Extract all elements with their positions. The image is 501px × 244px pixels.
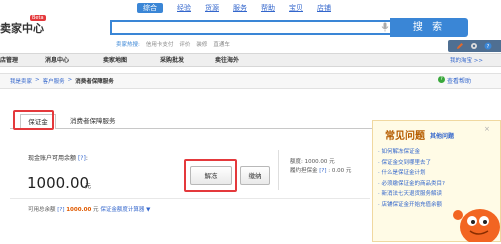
search-tabs: 综合 经验 货源 服务 帮助 宝贝 店铺 [137, 3, 331, 13]
available-balance-text: 现金账户可用余额 [28, 155, 77, 162]
nav-item-wholesale[interactable]: 采购批发 [160, 55, 184, 64]
help-circle-icon: ? [438, 76, 445, 83]
tab-experience[interactable]: 经验 [177, 3, 191, 13]
balance-unit: 元 [85, 183, 92, 190]
search-button[interactable]: 搜 索 [390, 18, 468, 37]
pencil-icon[interactable] [456, 42, 464, 52]
available-balance-label: 现金账户可用余额 [?]: [28, 153, 88, 162]
hot-search: 卖家热搜: 信用卡支付 评价 装修 直通车 [116, 40, 230, 48]
my-taobao-link[interactable]: 我的淘宝 >> [450, 56, 483, 64]
breadcrumb-customer-service[interactable]: 客户服务 [43, 77, 65, 85]
bond-value: : 0.00 元 [328, 168, 352, 174]
deposit-calculator-link[interactable]: 保证金额度计算器 [100, 207, 144, 213]
available-colon: : [85, 155, 88, 162]
available-help-link[interactable]: [?] [78, 155, 86, 162]
tab-service[interactable]: 服务 [233, 3, 247, 13]
hot-search-link[interactable]: 评价 [179, 40, 190, 48]
main-nav [0, 53, 501, 67]
total-help-link[interactable]: [?] [57, 207, 64, 213]
nav-item-seller-map[interactable]: 卖家地图 [103, 55, 127, 64]
hot-search-link[interactable]: 信用卡支付 [146, 40, 174, 48]
tab-shop[interactable]: 店铺 [317, 3, 331, 13]
highlight-box [13, 110, 54, 130]
nav-item-messages[interactable]: 消息中心 [45, 55, 69, 64]
faq-title: 常见问题 [385, 131, 425, 142]
bond-line: 履约担保金 [?] : 0.00 元 [290, 167, 351, 176]
total-balance-line: 可用总余额 [?] 1000.00 元 保证金额度计算器 ▼ [28, 205, 150, 213]
nav-item-overseas[interactable]: 卖往海外 [215, 55, 239, 64]
faq-item[interactable]: 必须缴保证金的商品类目? [378, 179, 445, 190]
faq-list: 如何解冻保证金 保证金交到哪里去了 什么是保证金计划 必须缴保证金的商品类目? … [378, 147, 445, 210]
search-input[interactable] [110, 20, 390, 35]
total-balance-label: 可用总余额 [28, 207, 56, 213]
breadcrumb: 我是卖家 > 客户服务 > 消费者保障服务 [10, 77, 114, 85]
balance-amount: 1000.00 [27, 174, 90, 192]
total-balance-unit: 元 [93, 207, 99, 213]
svg-text:?: ? [487, 44, 490, 50]
breadcrumb-separator: > [67, 77, 73, 83]
bond-help-link[interactable]: [?] [319, 168, 326, 174]
close-icon[interactable]: × [484, 125, 490, 133]
bond-label: 履约担保金 [290, 168, 318, 174]
chevron-down-icon[interactable]: ▼ [146, 207, 150, 213]
faq-item[interactable]: 新消法七天退货服务解读 [378, 189, 445, 200]
faq-item[interactable]: 保证金交到哪里去了 [378, 158, 445, 169]
breadcrumb-seller[interactable]: 我是卖家 [10, 77, 32, 85]
seller-center-logo[interactable]: 卖家中心 [0, 20, 44, 36]
hot-search-link[interactable]: 直通车 [213, 40, 230, 48]
hot-search-link[interactable]: 装修 [196, 40, 207, 48]
tab-consumer-protection[interactable]: 消费者保障服务 [70, 115, 116, 125]
hot-search-title: 卖家热搜: [116, 42, 140, 48]
content-divider [10, 198, 370, 199]
settings-icon[interactable] [470, 42, 478, 52]
view-help-link[interactable]: 查看帮助 [447, 76, 471, 85]
quota-info: 额度: 1000.00 元 履约担保金 [?] : 0.00 元 [290, 158, 351, 176]
pay-button[interactable]: 缴纳 [240, 166, 270, 185]
beta-badge: Beta [30, 15, 46, 21]
quota-line: 额度: 1000.00 元 [290, 159, 335, 165]
tab-source[interactable]: 货源 [205, 3, 219, 13]
highlight-box [184, 159, 237, 192]
divider [278, 150, 279, 190]
faq-other-link[interactable]: 其他问题 [430, 131, 454, 140]
breadcrumb-separator: > [35, 77, 40, 83]
tab-help[interactable]: 帮助 [261, 3, 275, 13]
faq-item[interactable]: 什么是保证金计划 [378, 168, 445, 179]
breadcrumb-current: 消费者保障服务 [75, 79, 114, 85]
faq-item[interactable]: 店铺保证金开始充值余额 [378, 200, 445, 211]
total-balance-value: 1000.00 [66, 207, 92, 213]
microphone-icon[interactable] [381, 22, 389, 32]
mascot-image [448, 195, 501, 244]
faq-item[interactable]: 如何解冻保证金 [378, 147, 445, 158]
help-icon[interactable]: ? [484, 42, 492, 52]
nav-item-shop-manage[interactable]: 店管理 [0, 55, 18, 64]
tab-item[interactable]: 宝贝 [289, 3, 303, 13]
tab-general[interactable]: 综合 [137, 3, 163, 13]
